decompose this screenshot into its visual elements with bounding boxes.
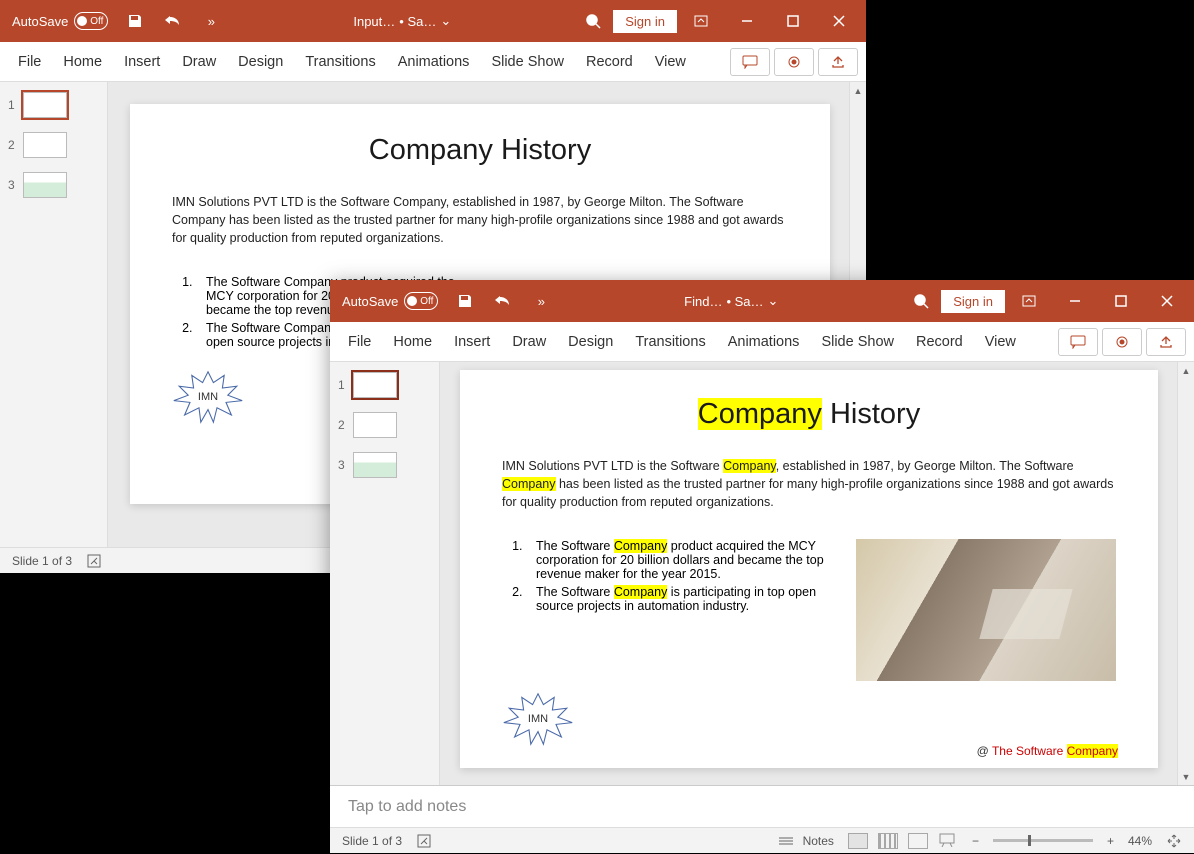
toggle-switch[interactable]: Off	[404, 292, 438, 310]
thumbnail-1[interactable]	[23, 92, 67, 118]
titlebar: AutoSave Off » Input… • Sa… ⌄ Sign in	[0, 0, 866, 42]
normal-view-icon[interactable]	[848, 833, 868, 849]
zoom-out-button[interactable]: −	[972, 834, 979, 848]
autosave-label: AutoSave	[12, 14, 68, 29]
share-icon[interactable]	[818, 48, 858, 76]
slideshow-view-icon[interactable]	[938, 833, 958, 849]
minimize-button[interactable]	[1052, 280, 1098, 322]
signin-button[interactable]: Sign in	[612, 9, 678, 34]
record-icon[interactable]	[1102, 328, 1142, 356]
document-title: Find… • Sa… ⌄	[560, 293, 902, 309]
powerpoint-window-find: AutoSave Off » Find… • Sa… ⌄ Sign in Fil…	[330, 280, 1194, 853]
undo-icon[interactable]	[484, 282, 522, 320]
ribbon-mode-icon[interactable]	[678, 0, 724, 42]
slide-counter: Slide 1 of 3	[342, 834, 402, 848]
slide-title[interactable]: Company History	[172, 134, 788, 167]
vertical-scrollbar[interactable]: ▲▼	[1177, 362, 1194, 785]
thumbnail-3[interactable]	[23, 172, 67, 198]
starburst-shape[interactable]: IMN	[172, 369, 244, 425]
thumbnail-2[interactable]	[23, 132, 67, 158]
sorter-view-icon[interactable]	[878, 833, 898, 849]
tab-file[interactable]: File	[338, 326, 381, 358]
titlebar: AutoSave Off » Find… • Sa… ⌄ Sign in	[330, 280, 1194, 322]
minimize-button[interactable]	[724, 0, 770, 42]
zoom-level[interactable]: 44%	[1128, 834, 1152, 848]
tab-design[interactable]: Design	[558, 326, 623, 358]
view-buttons	[848, 833, 958, 849]
notes-button[interactable]: Notes	[777, 834, 834, 848]
undo-icon[interactable]	[154, 2, 192, 40]
maximize-button[interactable]	[1098, 280, 1144, 322]
close-button[interactable]	[1144, 280, 1190, 322]
statusbar: Slide 1 of 3 Notes − + 44%	[330, 827, 1194, 853]
tab-view[interactable]: View	[975, 326, 1026, 358]
slide-content[interactable]: Company History IMN Solutions PVT LTD is…	[460, 370, 1158, 768]
tab-insert[interactable]: Insert	[444, 326, 500, 358]
slide-footer[interactable]: @ The Software Company	[977, 744, 1118, 758]
slide-body-text[interactable]: IMN Solutions PVT LTD is the Software Co…	[172, 193, 788, 247]
record-icon[interactable]	[774, 48, 814, 76]
tab-draw[interactable]: Draw	[172, 46, 226, 78]
zoom-slider[interactable]	[993, 839, 1093, 842]
more-icon[interactable]: »	[522, 282, 560, 320]
search-icon[interactable]	[574, 2, 612, 40]
accessibility-icon[interactable]	[86, 553, 102, 569]
tab-insert[interactable]: Insert	[114, 46, 170, 78]
thumbnail-3[interactable]	[353, 452, 397, 478]
starburst-shape[interactable]: IMN	[502, 691, 574, 747]
comments-icon[interactable]	[730, 48, 770, 76]
autosave-label: AutoSave	[342, 294, 398, 309]
thumbnail-2[interactable]	[353, 412, 397, 438]
thumbnail-pane[interactable]: 1 2 3	[0, 82, 108, 547]
slide-list[interactable]: The Software Company product acquired th…	[502, 539, 840, 613]
chevron-down-icon[interactable]: ⌄	[440, 13, 451, 29]
slide-counter: Slide 1 of 3	[12, 554, 72, 568]
tab-design[interactable]: Design	[228, 46, 293, 78]
thumbnail-1[interactable]	[353, 372, 397, 398]
toggle-switch[interactable]: Off	[74, 12, 108, 30]
tab-transitions[interactable]: Transitions	[295, 46, 385, 78]
notes-pane[interactable]: Tap to add notes	[330, 785, 1194, 827]
ribbon-tabs: File Home Insert Draw Design Transitions…	[330, 322, 1194, 362]
slide-title[interactable]: Company History	[502, 398, 1116, 431]
tab-slideshow[interactable]: Slide Show	[811, 326, 904, 358]
tab-file[interactable]: File	[8, 46, 51, 78]
thumbnail-pane[interactable]: 1 2 3	[330, 362, 440, 785]
document-title: Input… • Sa… ⌄	[230, 13, 574, 29]
slide-canvas[interactable]: Company History IMN Solutions PVT LTD is…	[440, 362, 1194, 785]
slide-image[interactable]	[856, 539, 1116, 681]
ribbon-mode-icon[interactable]	[1006, 280, 1052, 322]
reading-view-icon[interactable]	[908, 833, 928, 849]
tab-home[interactable]: Home	[53, 46, 112, 78]
tab-record[interactable]: Record	[576, 46, 643, 78]
fit-to-window-icon[interactable]	[1166, 833, 1182, 849]
tab-view[interactable]: View	[645, 46, 696, 78]
comments-icon[interactable]	[1058, 328, 1098, 356]
share-icon[interactable]	[1146, 328, 1186, 356]
save-icon[interactable]	[446, 282, 484, 320]
tab-record[interactable]: Record	[906, 326, 973, 358]
autosave-toggle[interactable]: AutoSave Off	[4, 12, 116, 30]
more-icon[interactable]: »	[192, 2, 230, 40]
tab-draw[interactable]: Draw	[502, 326, 556, 358]
close-button[interactable]	[816, 0, 862, 42]
autosave-toggle[interactable]: AutoSave Off	[334, 292, 446, 310]
list-item-2[interactable]: The Software Company is participating in…	[526, 585, 840, 613]
ribbon-tabs: File Home Insert Draw Design Transitions…	[0, 42, 866, 82]
workspace: 1 2 3 Company History IMN Solutions PVT …	[330, 362, 1194, 785]
search-icon[interactable]	[902, 282, 940, 320]
chevron-down-icon[interactable]: ⌄	[768, 293, 779, 309]
list-item-1[interactable]: The Software Company product acquired th…	[526, 539, 840, 581]
tab-transitions[interactable]: Transitions	[625, 326, 715, 358]
slide-body-text[interactable]: IMN Solutions PVT LTD is the Software Co…	[502, 457, 1116, 511]
zoom-in-button[interactable]: +	[1107, 834, 1114, 848]
tab-animations[interactable]: Animations	[718, 326, 810, 358]
tab-slideshow[interactable]: Slide Show	[481, 46, 574, 78]
signin-button[interactable]: Sign in	[940, 289, 1006, 314]
accessibility-icon[interactable]	[416, 833, 432, 849]
tab-home[interactable]: Home	[383, 326, 442, 358]
save-icon[interactable]	[116, 2, 154, 40]
tab-animations[interactable]: Animations	[388, 46, 480, 78]
maximize-button[interactable]	[770, 0, 816, 42]
